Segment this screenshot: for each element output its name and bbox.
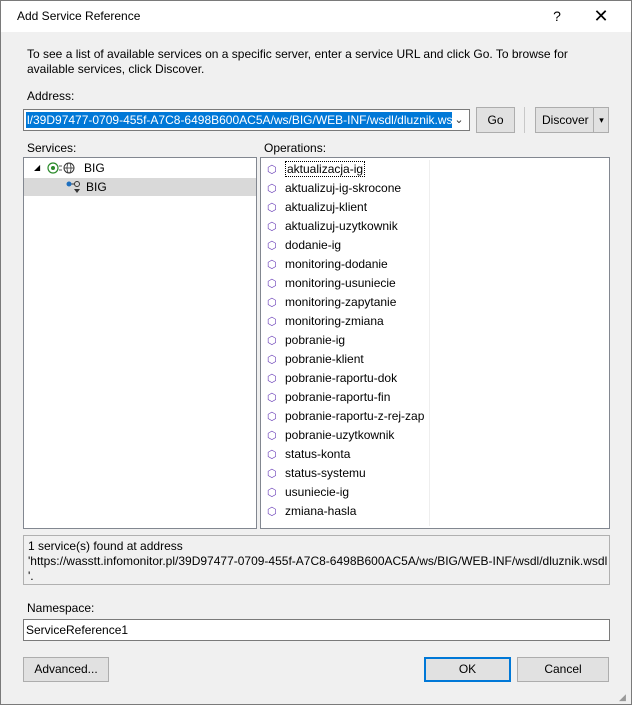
- operation-icon: ⬡: [267, 278, 277, 290]
- operation-label: aktualizuj-klient: [285, 200, 368, 214]
- operation-icon: ⬡: [267, 259, 277, 271]
- help-button[interactable]: ?: [543, 5, 571, 27]
- operation-item[interactable]: ⬡ pobranie-klient: [267, 350, 364, 369]
- operation-label: aktualizuj-uzytkownik: [285, 219, 398, 233]
- operation-item[interactable]: ⬡ monitoring-usuniecie: [267, 274, 396, 293]
- operation-icon: ⬡: [267, 411, 277, 423]
- title-bar: Add Service Reference ? ✕: [1, 1, 631, 32]
- operation-label: dodanie-ig: [285, 238, 342, 252]
- operation-label: monitoring-zapytanie: [285, 295, 397, 309]
- tree-node-label: BIG: [84, 161, 105, 175]
- operation-label: zmiana-hasla: [285, 504, 357, 518]
- tree-node-big-endpoint[interactable]: BIG: [24, 178, 256, 196]
- collapse-triangle-icon[interactable]: ◢: [34, 159, 40, 177]
- window-title: Add Service Reference: [17, 9, 141, 23]
- operation-icon: ⬡: [267, 240, 277, 252]
- operation-icon: ⬡: [267, 183, 277, 195]
- operation-label: aktualizacja-ig: [285, 161, 366, 177]
- operation-label: status-konta: [285, 447, 351, 461]
- operation-label: usuniecie-ig: [285, 485, 350, 499]
- address-combobox[interactable]: l/39D97477-0709-455f-A7C8-6498B600AC5A/w…: [23, 109, 470, 131]
- discover-dropdown-icon[interactable]: ▾: [593, 107, 609, 133]
- operation-label: pobranie-raportu-fin: [285, 390, 391, 404]
- operation-label: monitoring-dodanie: [285, 257, 388, 271]
- operation-item[interactable]: ⬡ pobranie-uzytkownik: [267, 426, 394, 445]
- tree-node-label: BIG: [86, 180, 107, 194]
- namespace-input[interactable]: ServiceReference1: [23, 619, 610, 641]
- ok-button[interactable]: OK: [424, 657, 511, 682]
- operation-item[interactable]: ⬡ pobranie-raportu-fin: [267, 388, 390, 407]
- resize-grip-icon[interactable]: ◢: [619, 692, 629, 702]
- advanced-button[interactable]: Advanced...: [23, 657, 109, 682]
- operations-list[interactable]: ⬡ aktualizacja-ig ⬡ aktualizuj-ig-skrocone ⬡…: [260, 157, 610, 529]
- operation-label: aktualizuj-ig-skrocone: [285, 181, 402, 195]
- operation-item[interactable]: ⬡ monitoring-zapytanie: [267, 293, 396, 312]
- operation-icon: ⬡: [267, 392, 277, 404]
- operation-icon: ⬡: [267, 316, 277, 328]
- instructions-text: To see a list of available services on a…: [27, 47, 568, 76]
- operation-icon: ⬡: [267, 202, 277, 214]
- operation-icon: ⬡: [267, 221, 277, 233]
- status-line-3: '.: [28, 569, 34, 583]
- status-message: 1 service(s) found at address 'https://w…: [23, 535, 610, 585]
- operation-item[interactable]: ⬡ status-konta: [267, 445, 350, 464]
- services-label: Services:: [27, 141, 77, 155]
- operation-icon: ⬡: [267, 487, 277, 499]
- operation-item[interactable]: ⬡ monitoring-zmiana: [267, 312, 384, 331]
- operation-item[interactable]: ⬡ aktualizuj-uzytkownik: [267, 217, 398, 236]
- service-globe-icon: [47, 162, 75, 174]
- operation-icon: ⬡: [267, 430, 277, 442]
- address-label: Address:: [27, 89, 75, 103]
- endpoint-icon: [66, 181, 80, 193]
- toolbar-separator: [524, 107, 525, 133]
- operation-item[interactable]: ⬡ dodanie-ig: [267, 236, 341, 255]
- tree-node-big-root[interactable]: ◢ BIG: [24, 159, 256, 177]
- close-button[interactable]: ✕: [587, 5, 615, 27]
- services-tree[interactable]: ◢ BIG BIG: [23, 157, 257, 529]
- go-button[interactable]: Go: [476, 107, 515, 133]
- operation-item[interactable]: ⬡ aktualizacja-ig: [267, 160, 366, 179]
- operation-label: pobranie-raportu-z-rej-zap: [285, 409, 425, 423]
- operation-label: monitoring-zmiana: [285, 314, 384, 328]
- operation-item[interactable]: ⬡ aktualizuj-klient: [267, 198, 367, 217]
- address-input[interactable]: l/39D97477-0709-455f-A7C8-6498B600AC5A/w…: [26, 112, 452, 128]
- operation-item[interactable]: ⬡ zmiana-hasla: [267, 502, 356, 521]
- operation-item[interactable]: ⬡ pobranie-ig: [267, 331, 345, 350]
- operation-item[interactable]: ⬡ usuniecie-ig: [267, 483, 349, 502]
- operation-label: pobranie-raportu-dok: [285, 371, 398, 385]
- operations-label: Operations:: [264, 141, 327, 155]
- operation-item[interactable]: ⬡ pobranie-raportu-dok: [267, 369, 397, 388]
- operation-label: status-systemu: [285, 466, 366, 480]
- namespace-label: Namespace:: [27, 601, 95, 615]
- operation-icon: ⬡: [267, 297, 277, 309]
- operation-icon: ⬡: [267, 354, 277, 366]
- add-service-reference-dialog: Add Service Reference ? ✕ To see a list …: [0, 0, 632, 705]
- operation-item[interactable]: ⬡ monitoring-dodanie: [267, 255, 388, 274]
- operation-label: pobranie-ig: [285, 333, 346, 347]
- operation-item[interactable]: ⬡ status-systemu: [267, 464, 366, 483]
- operation-item[interactable]: ⬡ pobranie-raportu-z-rej-zap: [267, 407, 424, 426]
- address-dropdown-icon[interactable]: ⌄: [451, 111, 467, 129]
- operation-icon: ⬡: [267, 164, 277, 176]
- status-line-2: 'https://wasstt.infomonitor.pl/39D97477-…: [28, 554, 608, 568]
- operation-icon: ⬡: [267, 506, 277, 518]
- operation-icon: ⬡: [267, 449, 277, 461]
- column-divider: [429, 160, 430, 526]
- status-line-1: 1 service(s) found at address: [28, 539, 183, 553]
- operation-label: pobranie-uzytkownik: [285, 428, 395, 442]
- cancel-button[interactable]: Cancel: [517, 657, 609, 682]
- operation-icon: ⬡: [267, 335, 277, 347]
- operation-item[interactable]: ⬡ aktualizuj-ig-skrocone: [267, 179, 401, 198]
- discover-label: Discover: [542, 113, 589, 127]
- operation-icon: ⬡: [267, 373, 277, 385]
- operation-icon: ⬡: [267, 468, 277, 480]
- operation-label: monitoring-usuniecie: [285, 276, 396, 290]
- operation-label: pobranie-klient: [285, 352, 364, 366]
